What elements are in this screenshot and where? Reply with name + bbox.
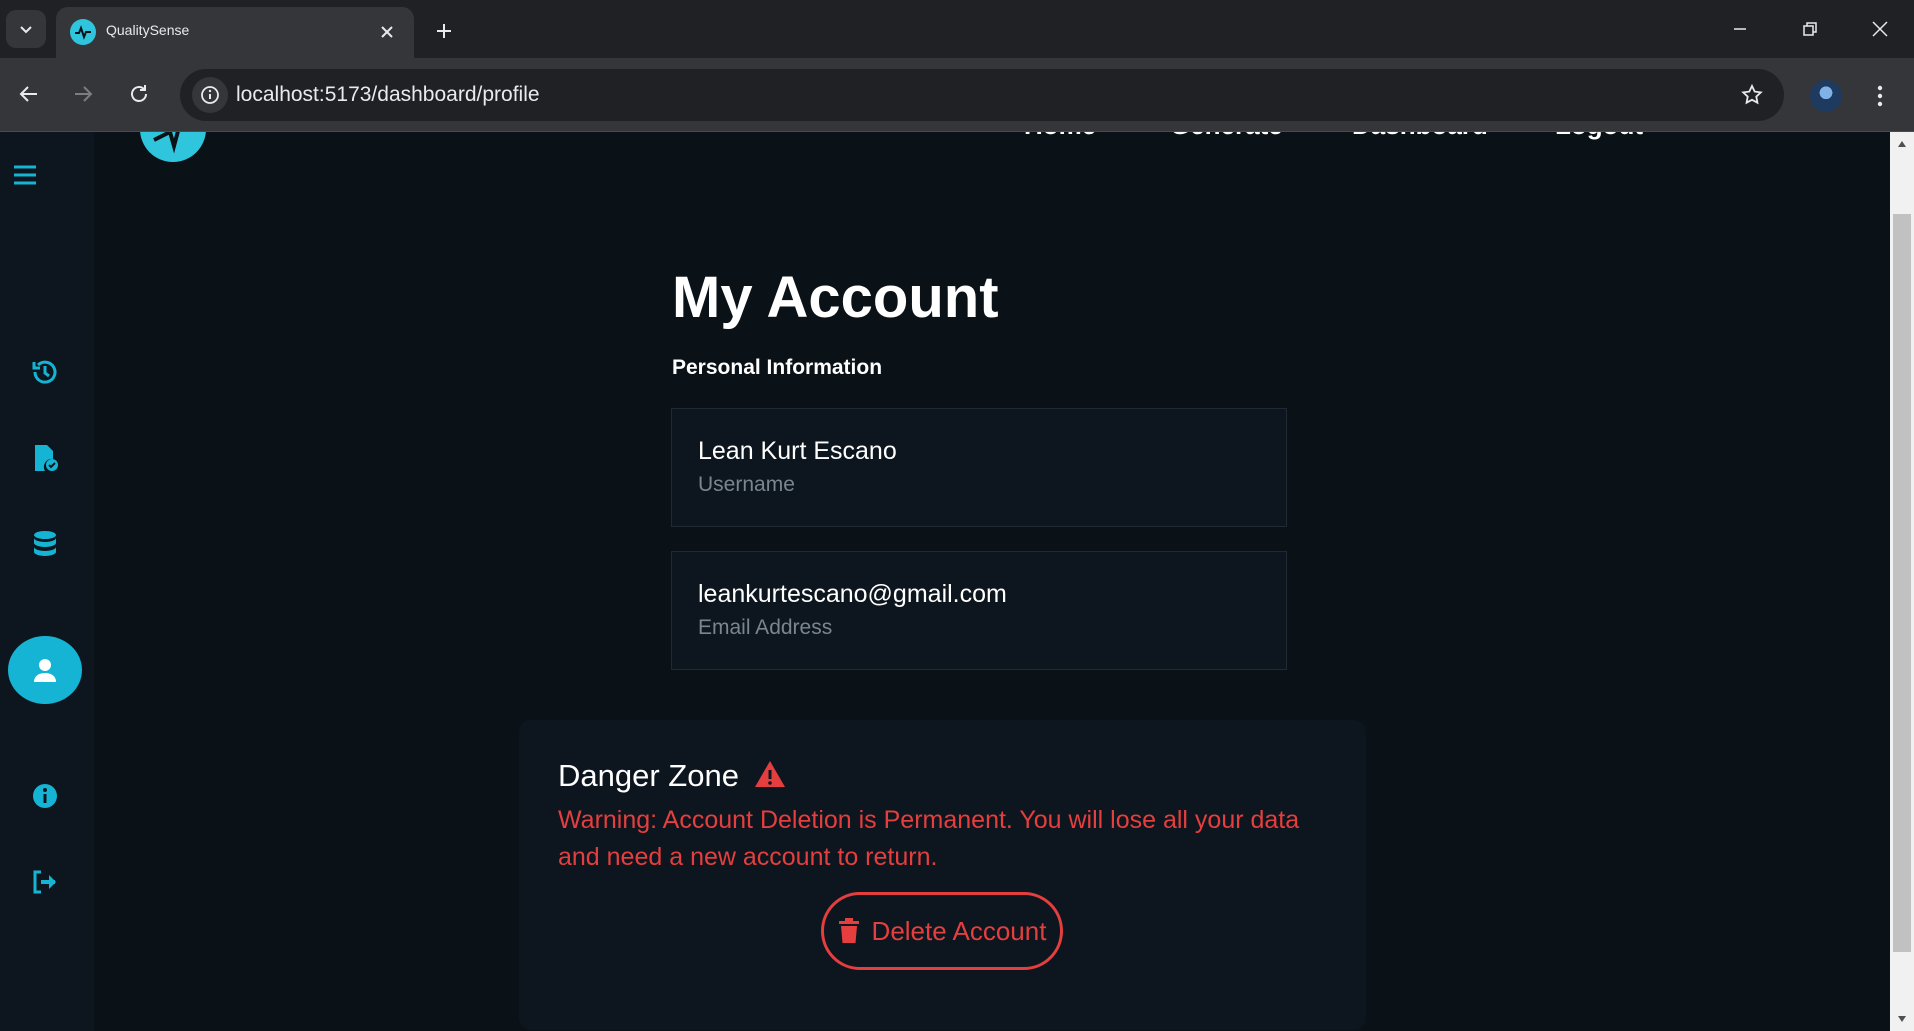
sidebar-item-about[interactable] xyxy=(8,762,82,830)
close-tab-icon[interactable] xyxy=(374,19,400,45)
page-content: Home Generate Dashboard Logout My Accoun… xyxy=(0,132,1914,1031)
database-icon xyxy=(34,531,56,556)
kebab-menu-icon xyxy=(1877,85,1883,107)
tab-title: QualitySense xyxy=(106,22,190,38)
nav-logout-link[interactable]: Logout xyxy=(1555,132,1643,141)
reload-icon xyxy=(131,85,147,102)
history-icon xyxy=(32,360,57,384)
close-icon xyxy=(1872,21,1888,37)
delete-account-button[interactable]: Delete Account xyxy=(821,892,1063,970)
section-heading: Personal Information xyxy=(672,356,883,379)
restore-button[interactable] xyxy=(1782,8,1838,50)
nav-dashboard-link[interactable]: Dashboard xyxy=(1352,132,1488,141)
minimize-icon xyxy=(1734,28,1746,30)
page-title: My Account xyxy=(672,265,999,330)
minimize-button[interactable] xyxy=(1712,8,1768,50)
tab-search-button[interactable] xyxy=(6,10,46,48)
arrow-left-icon xyxy=(19,86,37,102)
browser-tab-bar: QualitySense xyxy=(0,0,1914,58)
back-button[interactable] xyxy=(8,73,50,115)
email-card: leankurtescano@gmail.com Email Address xyxy=(671,551,1287,670)
warning-triangle-icon xyxy=(754,761,785,787)
page-scrollbar[interactable] xyxy=(1890,132,1914,1031)
scroll-up-arrow-icon[interactable] xyxy=(1890,132,1914,156)
browser-menu-button[interactable] xyxy=(1862,78,1898,114)
browser-toolbar: localhost:5173/dashboard/profile xyxy=(0,58,1914,132)
email-label: Email Address xyxy=(698,616,833,639)
chevron-down-icon xyxy=(20,26,32,34)
plus-icon xyxy=(437,24,451,38)
username-card: Lean Kurt Escano Username xyxy=(671,408,1287,527)
trash-icon xyxy=(838,918,859,943)
danger-zone-title: Danger Zone xyxy=(558,758,786,794)
sidebar-item-signout[interactable] xyxy=(8,848,82,916)
hamburger-menu-icon[interactable] xyxy=(12,162,38,188)
username-label: Username xyxy=(698,473,795,496)
nav-home-link[interactable]: Home xyxy=(1024,132,1096,141)
username-value: Lean Kurt Escano xyxy=(698,437,897,465)
sidebar xyxy=(0,132,94,1031)
danger-zone-title-text: Danger Zone xyxy=(558,758,739,793)
sidebar-item-profile[interactable] xyxy=(8,636,82,704)
user-icon xyxy=(34,659,56,682)
nav-generate-link[interactable]: Generate xyxy=(1170,132,1283,141)
sidebar-item-history[interactable] xyxy=(8,338,82,406)
restore-icon xyxy=(1803,22,1817,36)
reload-button[interactable] xyxy=(118,73,160,115)
browser-tab[interactable]: QualitySense xyxy=(56,7,414,58)
sign-out-icon xyxy=(33,870,56,894)
deletion-warning-text: Warning: Account Deletion is Permanent. … xyxy=(558,806,1300,871)
new-tab-button[interactable] xyxy=(426,13,462,49)
file-check-icon xyxy=(35,445,58,471)
bookmark-star-icon[interactable] xyxy=(1736,79,1768,111)
sidebar-item-database[interactable] xyxy=(8,510,82,578)
close-window-button[interactable] xyxy=(1852,8,1908,50)
site-info-icon[interactable] xyxy=(192,77,228,113)
url-text: localhost:5173/dashboard/profile xyxy=(236,83,540,106)
danger-zone-panel: Danger Zone Warning: Account Deletion is… xyxy=(519,720,1366,1030)
address-bar[interactable]: localhost:5173/dashboard/profile xyxy=(180,69,1784,121)
scrollbar-thumb[interactable] xyxy=(1893,214,1911,952)
qualitysense-favicon-icon xyxy=(70,19,96,45)
sidebar-item-reports[interactable] xyxy=(8,424,82,492)
delete-account-label: Delete Account xyxy=(871,915,1047,946)
forward-button[interactable] xyxy=(62,73,104,115)
qualitysense-logo-icon[interactable] xyxy=(140,132,206,162)
email-value: leankurtescano@gmail.com xyxy=(698,580,1007,608)
scroll-down-arrow-icon[interactable] xyxy=(1890,1007,1914,1031)
arrow-right-icon xyxy=(75,86,93,102)
profile-avatar[interactable] xyxy=(1810,80,1842,112)
info-icon xyxy=(33,784,57,808)
